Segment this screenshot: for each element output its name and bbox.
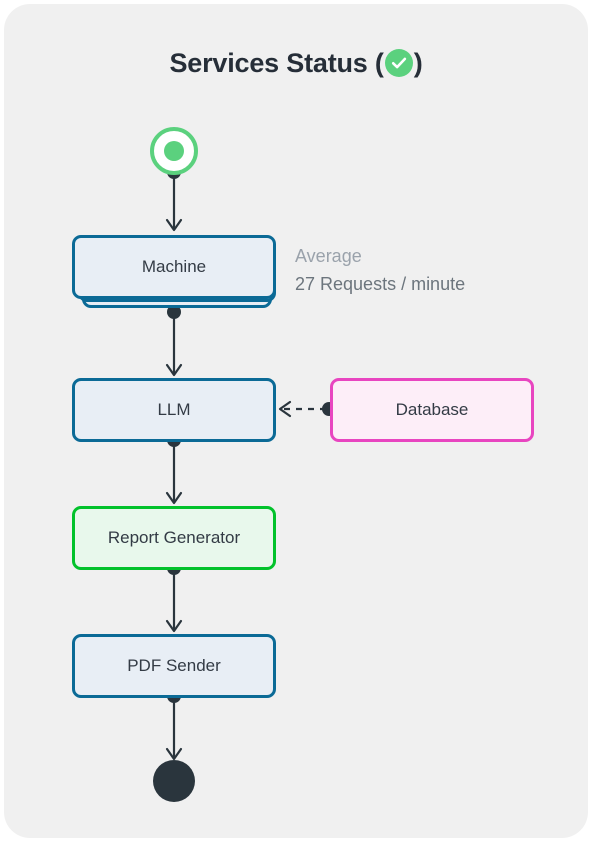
edge-machine-llm xyxy=(165,305,183,377)
node-report-generator[interactable]: Report Generator xyxy=(72,506,276,570)
node-machine-label: Machine xyxy=(141,257,207,276)
node-pdf-sender[interactable]: PDF Sender xyxy=(72,634,276,698)
node-machine[interactable]: Machine xyxy=(72,235,276,299)
start-node-dot xyxy=(164,141,184,161)
node-database-label: Database xyxy=(395,400,469,419)
services-flowchart: Machine Average 27 Requests / minute LLM… xyxy=(4,4,588,838)
edge-database-llm xyxy=(278,400,336,418)
edge-llm-report xyxy=(165,433,183,505)
end-node[interactable] xyxy=(153,760,195,802)
status-card: Services Status ( ) Machine Average 27 R… xyxy=(4,4,588,838)
node-llm-label: LLM xyxy=(157,400,191,419)
edge-report-pdf xyxy=(165,561,183,633)
start-node[interactable] xyxy=(150,127,198,175)
node-database[interactable]: Database xyxy=(330,378,534,442)
node-report-generator-label: Report Generator xyxy=(107,528,241,547)
edge-pdf-end xyxy=(165,689,183,761)
node-pdf-sender-label: PDF Sender xyxy=(127,656,221,675)
node-llm[interactable]: LLM xyxy=(72,378,276,442)
